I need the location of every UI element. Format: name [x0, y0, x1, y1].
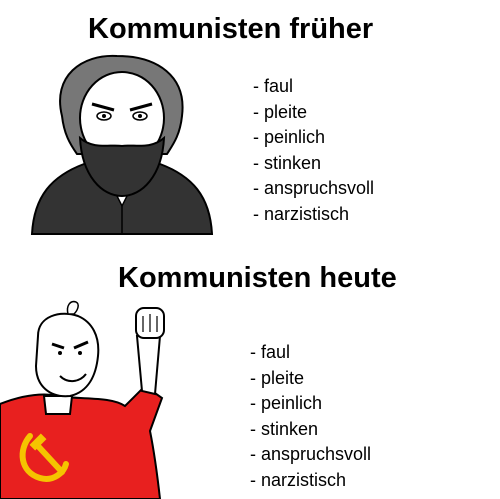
list-item: - narzistisch: [253, 203, 350, 224]
traits-list-top: - faul - pleite - peinlich - stinken - a…: [253, 74, 374, 227]
list-item: - peinlich: [253, 127, 326, 147]
list-item: - narzistisch: [250, 469, 347, 490]
marx-wojak-icon: [30, 54, 214, 235]
list-item: - faul: [250, 342, 291, 362]
list-item: - faul: [253, 76, 294, 96]
list-item: - pleite: [253, 101, 308, 122]
traits-list-bottom: - faul - pleite - peinlich - stinken - a…: [250, 340, 371, 493]
panel-title-top: Kommunisten früher: [88, 13, 374, 45]
panel-title-bottom: Kommunisten heute: [118, 262, 397, 294]
list-item: - stinken: [253, 152, 322, 173]
list-item: - anspruchsvoll: [250, 444, 372, 464]
list-item: - stinken: [250, 418, 319, 439]
list-item: - anspruchsvoll: [253, 178, 375, 198]
list-item: - pleite: [250, 367, 305, 388]
communist-wojak-icon: [0, 300, 165, 499]
list-item: - peinlich: [250, 393, 323, 413]
